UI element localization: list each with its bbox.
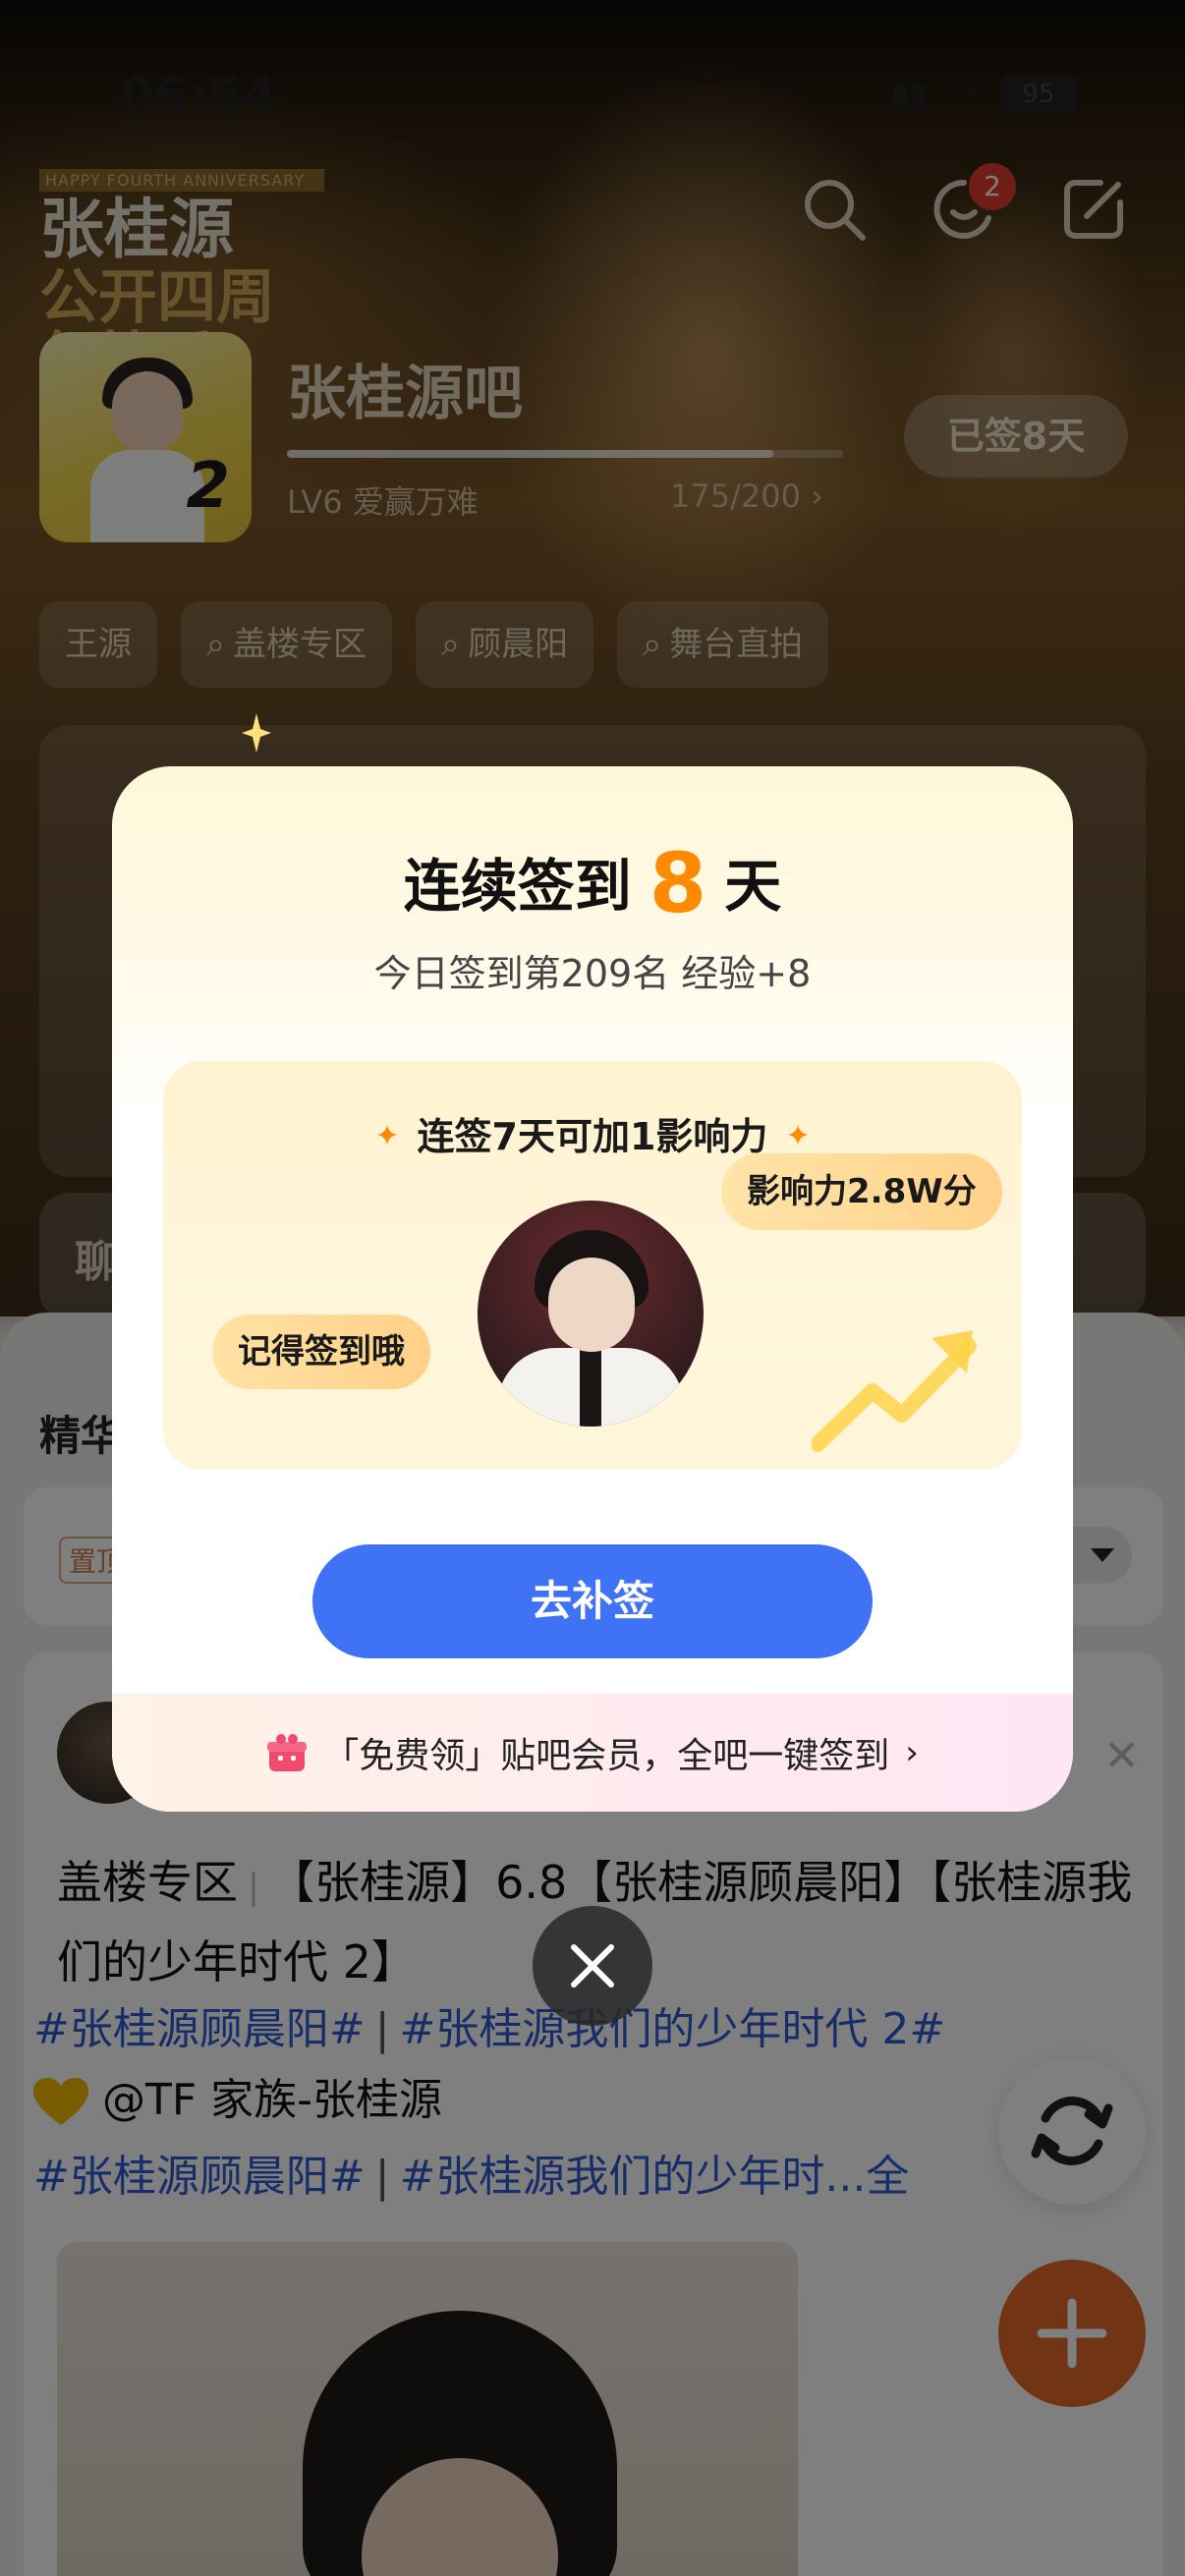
close-dialog-button[interactable] bbox=[533, 1906, 652, 2026]
vip-promo-link[interactable]: 「免费领」贴吧会员，全吧一键签到 › bbox=[112, 1694, 1073, 1812]
streak-title: 连续签到 8 天 bbox=[112, 839, 1073, 930]
sign-in-dialog: 连续签到 8 天 今日签到第209名 经验+8 ✦ 连签7天可加1影响力 ✦ 记得签到哦… bbox=[112, 766, 1073, 1812]
avatar bbox=[478, 1201, 704, 1427]
gift-icon bbox=[267, 1734, 308, 1771]
sign-in-rank: 今日签到第209名 经验+8 bbox=[373, 952, 812, 995]
sparkle-icon bbox=[242, 713, 271, 753]
influence-bubble: 影响力2.8W分 bbox=[721, 1153, 1002, 1230]
promo-heading: ✦ 连签7天可加1影响力 ✦ bbox=[163, 1106, 1022, 1160]
chevron-right-icon: › bbox=[905, 1733, 919, 1772]
influence-promo: ✦ 连签7天可加1影响力 ✦ 记得签到哦 影响力2.8W分 bbox=[163, 1061, 1022, 1470]
streak-title-prefix: 连续签到 bbox=[403, 853, 632, 920]
promo-heading-text: 连签7天可加1影响力 bbox=[417, 1115, 768, 1158]
sparkle-icon: ✦ bbox=[374, 1119, 400, 1153]
make-up-sign-in-button[interactable]: 去补签 bbox=[312, 1544, 873, 1658]
sparkle-icon: ✦ bbox=[785, 1119, 811, 1153]
close-icon bbox=[571, 1944, 614, 1988]
vip-promo-text: 「免费领」贴吧会员，全吧一键签到 bbox=[323, 1736, 890, 1776]
trend-up-icon bbox=[812, 1330, 977, 1452]
reminder-bubble: 记得签到哦 bbox=[212, 1315, 430, 1389]
streak-title-suffix: 天 bbox=[724, 853, 782, 920]
streak-days: 8 bbox=[649, 835, 707, 931]
